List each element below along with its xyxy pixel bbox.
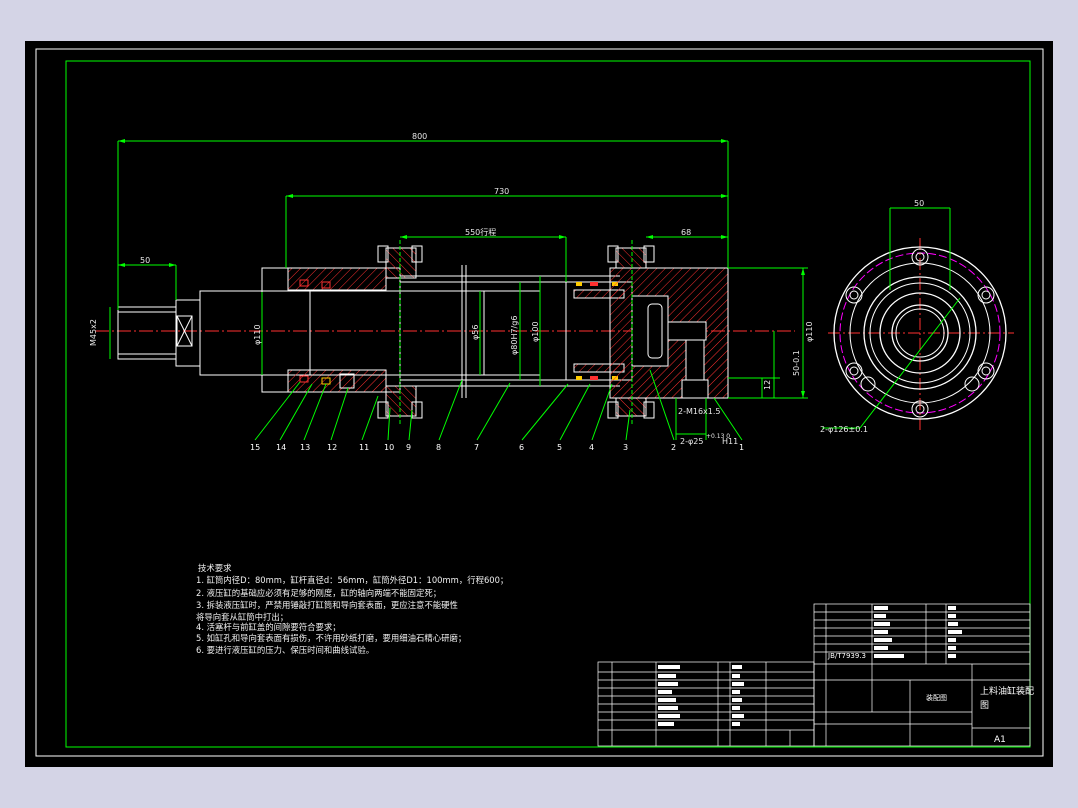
part-label: 11	[359, 443, 369, 452]
dim-bore-a: φ56	[471, 325, 480, 340]
dim-bore-c: φ100	[531, 321, 540, 342]
dim-body-length: 730	[494, 187, 509, 196]
dim-right-offset: 68	[681, 228, 691, 237]
tech-line: 2. 液压缸的基础应必须有足够的刚度，缸的轴向两端不能固定死；	[196, 588, 441, 598]
sheet-size: A1	[994, 735, 1006, 745]
drawing-title: 上料油缸装配	[980, 685, 1034, 697]
std-code: JB/T7939.3	[827, 652, 866, 660]
dim-rod-dia: φ110	[253, 324, 262, 345]
part-label: 2	[671, 443, 676, 452]
assembly-label: 装配图	[926, 693, 947, 702]
dim-right-height: 50-0.1	[792, 350, 801, 376]
part-label: 10	[384, 443, 394, 452]
tech-line: 4. 活塞杆与前缸盖的间隙要符合要求；	[196, 622, 341, 632]
dim-rod-end: 50	[140, 256, 150, 265]
dim-stroke-length: 550行程	[465, 227, 496, 237]
part-label: 4	[589, 443, 594, 452]
tech-line: 将导向套从缸筒中打出；	[196, 612, 288, 622]
dim-port-a: 2-M16x1.5	[678, 407, 721, 416]
part-label: 5	[557, 443, 562, 452]
part-label: 3	[623, 443, 628, 452]
tech-line: 3. 拆装液压缸时，严禁用锤敲打缸筒和导向套表面，更应注意不能硬性	[196, 600, 458, 610]
dim-port-b: 2-φ25	[680, 437, 703, 446]
cad-drawing-sheet: 800 730 550行程 68 50 M45x2 φ110 φ56 φ80H7…	[25, 41, 1053, 767]
part-label: 9	[406, 443, 411, 452]
drawing-canvas	[25, 41, 1053, 767]
dim-thread: M45x2	[89, 319, 98, 346]
part-label: 12	[327, 443, 337, 452]
tech-line: 1. 缸筒内径D：80mm，缸杆直径d：56mm，缸筒外径D1：100mm，行程…	[196, 575, 508, 585]
dim-right-dia: φ110	[805, 321, 814, 342]
tech-title: 技术要求	[198, 563, 232, 573]
dim-overall-length: 800	[412, 132, 427, 141]
part-label: 15	[250, 443, 260, 452]
dim-side-holes: 2-φ126±0.1	[820, 425, 868, 434]
dim-bore-b: φ80H7/g6	[510, 316, 519, 355]
drawing-title-line2: 图	[980, 700, 989, 711]
tech-line: 6. 要进行液压缸的压力、保压时间和曲线试验。	[196, 645, 374, 655]
dim-side-width: 50	[914, 199, 924, 208]
dim-port-c: H11	[722, 437, 738, 446]
part-label: 6	[519, 443, 524, 452]
tech-line: 5. 如缸孔和导向套表面有损伤，不许用砂纸打磨，要用细油石精心研磨；	[196, 633, 466, 643]
part-label: 7	[474, 443, 479, 452]
part-label: 13	[300, 443, 310, 452]
part-label: 14	[276, 443, 286, 452]
part-label: 1	[739, 443, 744, 452]
dim-right-small: 12	[763, 380, 772, 390]
part-label: 8	[436, 443, 441, 452]
